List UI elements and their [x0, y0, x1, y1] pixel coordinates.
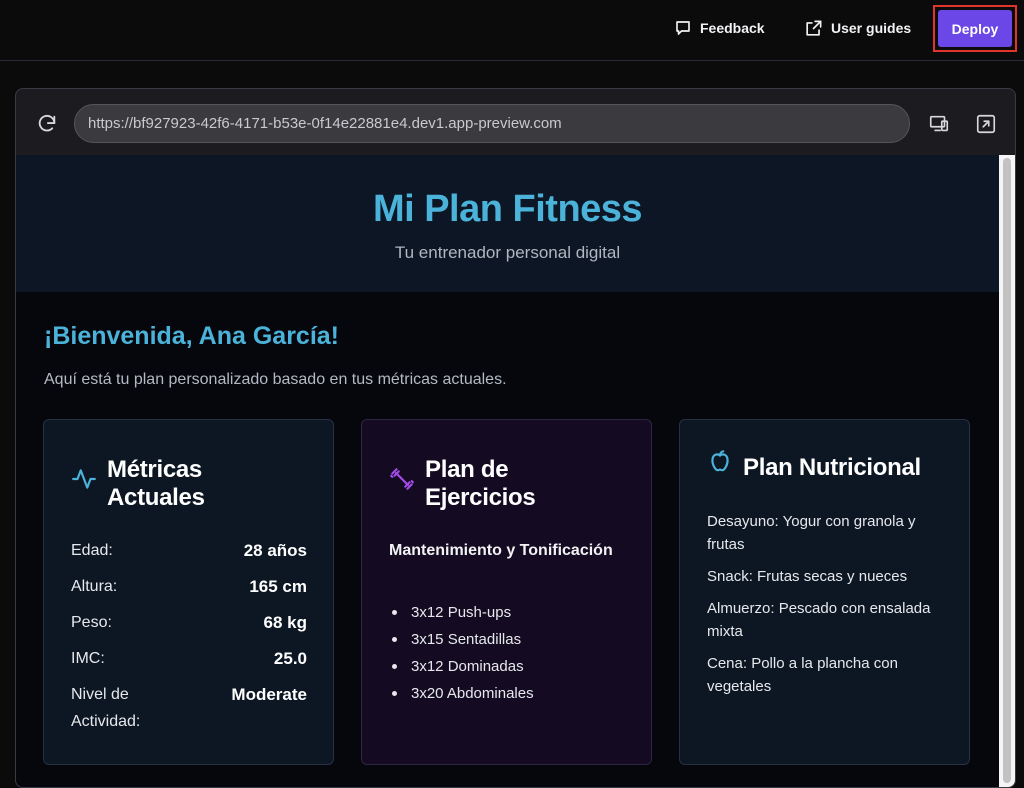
- nutrition-card-header: Plan Nutricional: [707, 450, 943, 482]
- metrics-card: Métricas Actuales Edad: 28 años Altura: …: [43, 419, 334, 765]
- user-guides-link[interactable]: User guides: [804, 16, 911, 40]
- welcome-heading: ¡Bienvenida, Ana García!: [44, 322, 339, 350]
- metric-row: IMC: 25.0: [71, 645, 307, 672]
- browser-toolbar: https://bf927923-42f6-4171-b53e-0f14e228…: [16, 89, 1015, 155]
- metric-value: Moderate: [231, 685, 307, 704]
- metric-value: 28 años: [243, 541, 307, 560]
- metric-label: IMC:: [71, 650, 105, 667]
- device-preview-icon[interactable]: [928, 113, 950, 135]
- meal-list: Desayuno: Yogur con granola y frutas Sna…: [707, 510, 947, 707]
- metric-value: 25.0: [273, 649, 307, 668]
- url-bar[interactable]: https://bf927923-42f6-4171-b53e-0f14e228…: [74, 104, 910, 143]
- metric-value: 68 kg: [263, 613, 307, 632]
- metric-label: Nivel de Actividad:: [71, 686, 141, 730]
- meal-item: Almuerzo: Pescado con ensalada mixta: [707, 600, 931, 640]
- feedback-button[interactable]: Feedback: [674, 16, 765, 40]
- metric-row: Altura: 165 cm: [71, 573, 307, 600]
- message-square-icon: [674, 19, 692, 37]
- deploy-highlight: Deploy: [933, 5, 1017, 52]
- nutrition-card: Plan Nutricional Desayuno: Yogur con gra…: [679, 419, 970, 765]
- open-in-new-window-icon[interactable]: [975, 113, 997, 135]
- exercise-item: 3x20 Abdominales: [389, 680, 534, 707]
- app-subtitle: Tu entrenador personal digital: [394, 243, 621, 262]
- reload-icon[interactable]: [36, 113, 58, 135]
- exercise-item: 3x12 Push-ups: [389, 599, 534, 626]
- nutrition-card-title: Plan Nutricional: [743, 454, 921, 481]
- exercise-list: 3x12 Push-ups 3x15 Sentadillas 3x12 Domi…: [389, 599, 534, 707]
- app-header: Mi Plan Fitness Tu entrenador personal d…: [16, 155, 999, 292]
- external-link-icon: [804, 19, 823, 38]
- dumbbell-icon: [389, 456, 415, 497]
- exercise-item: 3x15 Sentadillas: [389, 626, 534, 653]
- top-bar: Feedback User guides Deploy: [0, 0, 1024, 61]
- metric-label: Edad:: [71, 542, 113, 559]
- metric-row: Peso: 68 kg: [71, 609, 307, 636]
- preview-frame: https://bf927923-42f6-4171-b53e-0f14e228…: [15, 88, 1016, 788]
- app-viewport: Mi Plan Fitness Tu entrenador personal d…: [16, 155, 1015, 787]
- scrollbar-thumb[interactable]: [1003, 158, 1011, 783]
- deploy-button[interactable]: Deploy: [938, 10, 1012, 47]
- exercise-item: 3x12 Dominadas: [389, 653, 534, 680]
- scrollbar[interactable]: [999, 155, 1015, 787]
- exercise-card-header: Plan de Ejercicios: [389, 456, 555, 512]
- metric-label: Peso:: [71, 614, 112, 631]
- activity-icon: [71, 456, 97, 497]
- intro-text: Aquí está tu plan personalizado basado e…: [44, 371, 507, 388]
- meal-item: Desayuno: Yogur con granola y frutas: [707, 513, 916, 553]
- apple-icon: [707, 450, 733, 479]
- metric-row: Nivel de Actividad: Moderate: [71, 681, 307, 735]
- metric-row: Edad: 28 años: [71, 537, 307, 564]
- metric-label: Altura:: [71, 578, 118, 595]
- meal-item: Cena: Pollo a la plancha con vegetales: [707, 655, 898, 695]
- plan-name: Mantenimiento y Tonificación: [389, 542, 613, 559]
- exercise-card-title: Plan de Ejercicios: [425, 456, 536, 511]
- exercise-card: Plan de Ejercicios Mantenimiento y Tonif…: [361, 419, 652, 765]
- meal-item: Snack: Frutas secas y nueces: [707, 568, 908, 585]
- url-text: https://bf927923-42f6-4171-b53e-0f14e228…: [88, 115, 562, 132]
- user-guides-label: User guides: [831, 20, 912, 36]
- feedback-label: Feedback: [700, 20, 765, 36]
- app-title: Mi Plan Fitness: [372, 188, 643, 230]
- metric-value: 165 cm: [249, 577, 307, 596]
- metrics-card-title: Métricas Actuales: [107, 456, 205, 511]
- metrics-card-header: Métricas Actuales: [71, 456, 237, 512]
- metrics-list: Edad: 28 años Altura: 165 cm Peso: 68 kg…: [71, 537, 307, 744]
